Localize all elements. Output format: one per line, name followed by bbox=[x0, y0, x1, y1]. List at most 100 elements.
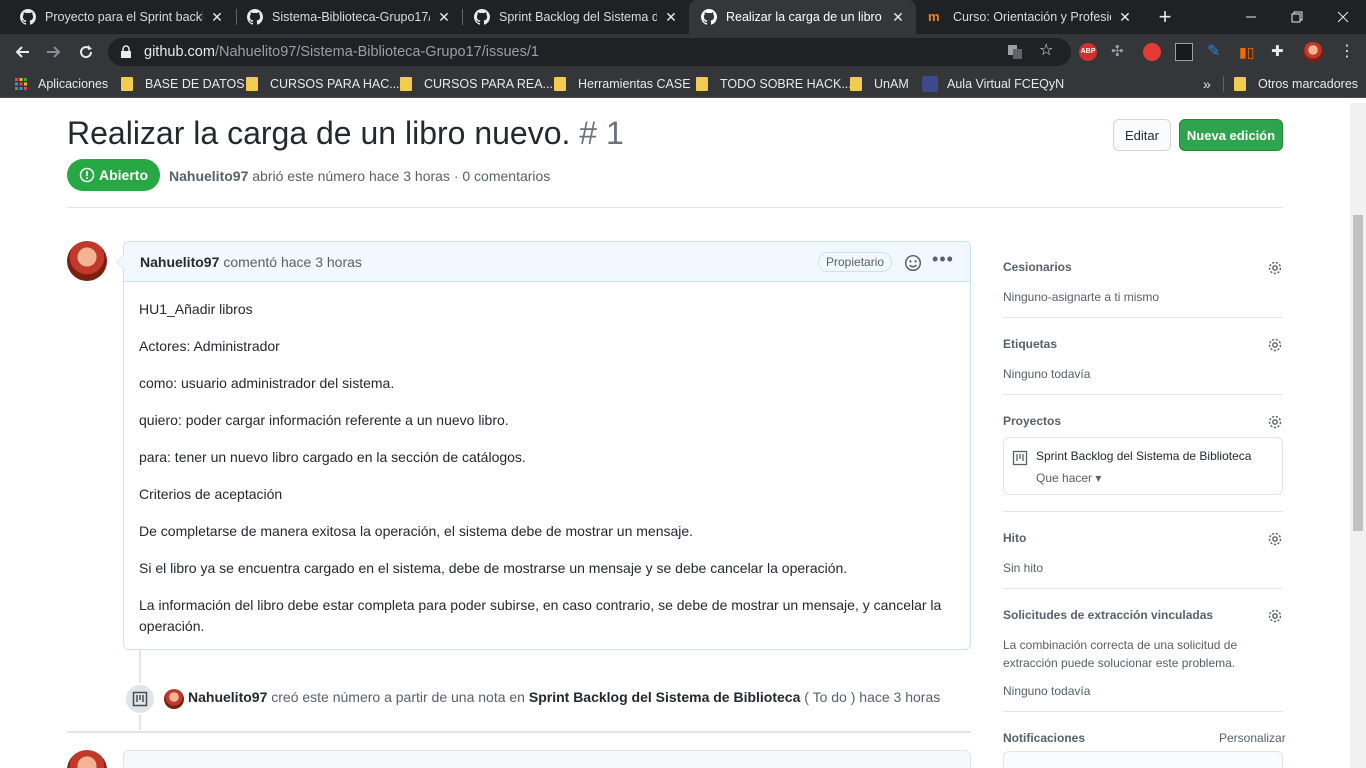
header-divider bbox=[67, 207, 1283, 208]
profile-avatar[interactable] bbox=[1303, 42, 1323, 62]
sidebar-projects[interactable]: Proyectos bbox=[1003, 414, 1283, 430]
event-text: creó este número a partir de una nota en bbox=[271, 689, 525, 705]
tab-close-icon[interactable]: ✕ bbox=[209, 9, 225, 25]
comment-timestamp[interactable]: comentó hace 3 horas bbox=[223, 254, 362, 270]
bookmark-folder[interactable]: UnAM bbox=[850, 75, 909, 93]
event-timestamp[interactable]: hace 3 horas bbox=[859, 689, 940, 705]
pen-icon[interactable]: ✎ bbox=[1207, 43, 1225, 61]
smiley-icon[interactable] bbox=[904, 254, 922, 272]
project-column-dropdown[interactable]: Que hacer ▾ bbox=[1036, 471, 1101, 485]
folder-icon bbox=[850, 77, 862, 91]
star-icon[interactable]: ☆ bbox=[1039, 42, 1057, 60]
tab-close-icon[interactable]: ✕ bbox=[890, 9, 906, 25]
timeline-divider bbox=[67, 731, 971, 733]
tab-close-icon[interactable]: ✕ bbox=[663, 9, 679, 25]
back-arrow-icon[interactable] bbox=[10, 40, 34, 64]
sidebar-assignees[interactable]: Cesionarios Ninguno-asignarte a ti mismo bbox=[1003, 260, 1283, 306]
bookmark-folder[interactable]: BASE DE DATOS bbox=[121, 75, 245, 93]
tab-close-icon[interactable]: ✕ bbox=[1117, 9, 1133, 25]
comment-paragraph: Si el libro ya se encuentra cargado en e… bbox=[139, 560, 848, 576]
gear-icon[interactable] bbox=[1267, 414, 1283, 430]
sidebar-milestone[interactable]: Hito Sin hito bbox=[1003, 531, 1283, 577]
bookmarks-bar: Aplicaciones BASE DE DATOS CURSOS PARA H… bbox=[0, 70, 1366, 98]
scrollbar-thumb[interactable] bbox=[1353, 215, 1363, 531]
avatar[interactable] bbox=[164, 689, 184, 709]
gear-icon[interactable] bbox=[1267, 608, 1283, 624]
bookmark-folder[interactable]: TODO SOBRE HACK... bbox=[696, 75, 852, 93]
sidebar-value: Sin hito bbox=[1003, 561, 1044, 575]
address-bar[interactable]: github.com/Nahuelito97/Sistema-Bibliotec… bbox=[108, 38, 1071, 66]
bookmark-site[interactable]: Aula Virtual FCEQyN bbox=[922, 75, 1064, 93]
dropbox-icon[interactable]: ✣ bbox=[1111, 43, 1129, 61]
bookmark-folder[interactable]: CURSOS PARA REA... bbox=[400, 75, 553, 93]
github-icon bbox=[701, 9, 717, 25]
tab-title: Curso: Orientación y Profesión bbox=[953, 10, 1111, 24]
issue-author-link[interactable]: Nahuelito97 bbox=[169, 168, 248, 184]
bookmarks-more-icon[interactable]: » bbox=[1203, 75, 1211, 93]
comment-paragraph: quiero: poder cargar información referen… bbox=[139, 412, 509, 428]
github-icon bbox=[20, 9, 36, 25]
puzzle-icon[interactable]: ✚ bbox=[1271, 43, 1289, 61]
browser-toolbar: github.com/Nahuelito97/Sistema-Bibliotec… bbox=[0, 34, 1366, 70]
bookmark-apps[interactable]: Aplicaciones bbox=[15, 75, 108, 93]
sidebar-value: Ninguno todavía bbox=[1003, 367, 1091, 381]
gear-icon[interactable] bbox=[1267, 531, 1283, 547]
sidebar-labels[interactable]: Etiquetas Ninguno todavía bbox=[1003, 337, 1283, 383]
owner-badge: Propietario bbox=[818, 252, 893, 272]
forward-arrow-icon[interactable] bbox=[42, 40, 66, 64]
sidebar-linked-prs[interactable]: Solicitudes de extracción vinculadas La … bbox=[1003, 608, 1283, 700]
new-tab-icon[interactable]: + bbox=[1155, 6, 1175, 28]
gear-icon[interactable] bbox=[1267, 260, 1283, 276]
browser-tab[interactable]: Sprint Backlog del Sistema de B ✕ bbox=[462, 0, 689, 34]
event-project-link[interactable]: Sprint Backlog del Sistema de Biblioteca bbox=[529, 689, 801, 705]
folder-icon bbox=[1234, 77, 1246, 91]
issue-title: Realizar la carga de un libro nuevo. # 1 bbox=[67, 115, 624, 152]
browser-tab[interactable]: Sistema-Biblioteca-Grupo17/en ✕ bbox=[235, 0, 462, 34]
sidebar-value: Ninguno todavía bbox=[1003, 684, 1091, 698]
issue-comment: Nahuelito97 comentó hace 3 horas Propiet… bbox=[116, 241, 971, 650]
github-icon bbox=[474, 9, 490, 25]
restore-icon[interactable] bbox=[1274, 0, 1320, 34]
project-card[interactable]: Sprint Backlog del Sistema de Biblioteca… bbox=[1003, 437, 1283, 495]
bookmark-folder[interactable]: CURSOS PARA HAC... bbox=[246, 75, 400, 93]
folder-icon bbox=[121, 77, 133, 91]
bookmark-label: Aula Virtual FCEQyN bbox=[947, 77, 1065, 91]
issue-title-text: Realizar la carga de un libro nuevo. bbox=[67, 115, 571, 151]
comment-paragraph: De completarse de manera exitosa la oper… bbox=[139, 523, 694, 539]
adblock-icon[interactable]: ABP bbox=[1079, 43, 1097, 61]
event-author-link[interactable]: Nahuelito97 bbox=[188, 689, 267, 705]
sidebar-title: Etiquetas bbox=[1003, 337, 1058, 351]
browser-tab-active[interactable]: Realizar la carga de un libro nu ✕ bbox=[689, 0, 916, 34]
edit-button[interactable]: Editar bbox=[1113, 119, 1171, 151]
page-scrollbar[interactable] bbox=[1350, 103, 1366, 768]
new-comment-box[interactable] bbox=[123, 750, 971, 768]
new-issue-button[interactable]: Nueva edición bbox=[1179, 119, 1283, 151]
reload-icon[interactable] bbox=[74, 40, 98, 64]
project-name-link[interactable]: Sprint Backlog del Sistema de Biblioteca bbox=[1036, 449, 1251, 463]
bookmark-folder[interactable]: Herramientas CASE bbox=[554, 75, 691, 93]
tab-title: Proyecto para el Sprint backlog bbox=[45, 10, 203, 24]
gear-icon[interactable] bbox=[1267, 337, 1283, 353]
customize-link[interactable]: Personalizar bbox=[1219, 731, 1286, 745]
translate-icon[interactable] bbox=[1007, 44, 1023, 60]
kebab-horizontal-icon[interactable]: ••• bbox=[932, 250, 954, 272]
avatar[interactable] bbox=[67, 241, 107, 281]
bookmark-label: Aplicaciones bbox=[38, 77, 109, 91]
sidebar-title: Solicitudes de extracción vinculadas bbox=[1003, 608, 1214, 622]
close-window-icon[interactable] bbox=[1320, 0, 1366, 34]
bookmark-other-folder[interactable]: Otros marcadores bbox=[1234, 75, 1358, 93]
extension-bars-icon[interactable]: ▮▯ bbox=[1239, 43, 1257, 61]
sidebar-title: Proyectos bbox=[1003, 414, 1062, 428]
cube-icon[interactable] bbox=[1175, 43, 1193, 61]
comment-author-link[interactable]: Nahuelito97 bbox=[140, 254, 219, 270]
minimize-icon[interactable] bbox=[1228, 0, 1274, 34]
menu-kebab-icon[interactable]: ⋮ bbox=[1338, 43, 1356, 61]
tab-close-icon[interactable]: ✕ bbox=[436, 9, 452, 25]
browser-tab[interactable]: m Curso: Orientación y Profesión ✕ bbox=[916, 0, 1143, 34]
sidebar-value: Ninguno-asignarte a ti mismo bbox=[1003, 290, 1160, 304]
avatar[interactable] bbox=[67, 750, 107, 768]
url-text: github.com/Nahuelito97/Sistema-Bibliotec… bbox=[144, 44, 539, 60]
sync-icon[interactable] bbox=[1143, 43, 1161, 61]
subscribe-button[interactable] bbox=[1003, 751, 1283, 768]
browser-tab[interactable]: Proyecto para el Sprint backlog ✕ bbox=[8, 0, 235, 34]
